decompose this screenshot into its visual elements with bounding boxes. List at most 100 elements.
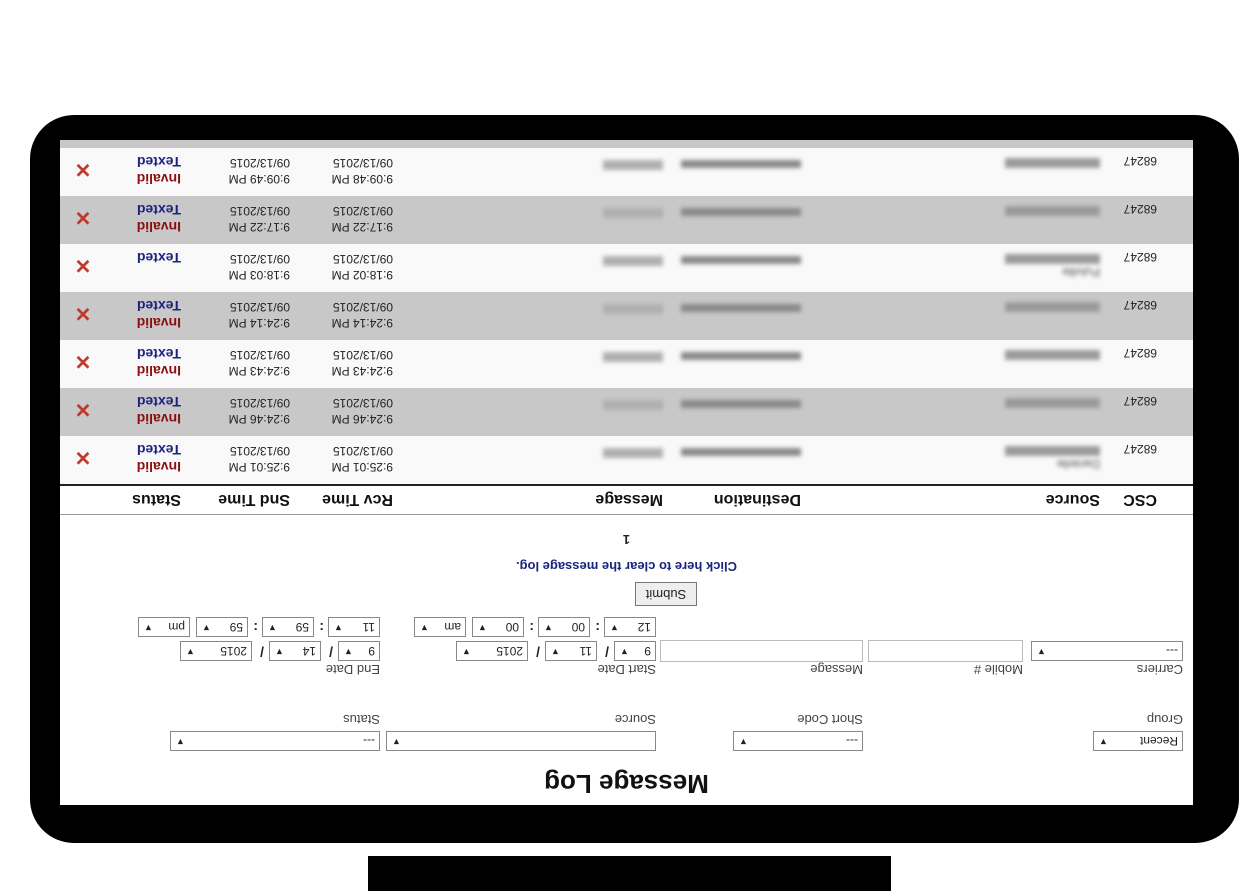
start-day-select[interactable]: 11 ▼ [545, 641, 597, 661]
row-status-invalid: Invalid [136, 219, 181, 235]
row-snd-date: 09/13/2015 [229, 204, 290, 218]
table-header: CSC Source Destination Message Rcv Time … [60, 484, 1193, 515]
row-status-invalid: Invalid [136, 459, 181, 475]
end-hour-select[interactable]: 11 ▼ [328, 617, 380, 637]
row-snd-time: 9:09:49 PM [228, 172, 290, 186]
message-input[interactable] [660, 640, 863, 662]
status-select[interactable]: --- ▼ [170, 731, 380, 751]
delete-icon[interactable]: ✕ [74, 206, 92, 228]
start-month-select[interactable]: 9 ▼ [614, 641, 656, 661]
row-destination [681, 208, 801, 216]
row-csc: 68247 [1123, 202, 1157, 216]
chevron-down-icon: ▼ [610, 623, 619, 633]
table-row: 68247 09/13/2015 09/13/2015 Invalid Text… [60, 140, 1193, 148]
start-ampm-select[interactable]: am ▼ [414, 617, 466, 637]
row-snd-date: 09/13/2015 [229, 156, 290, 170]
row-message [603, 256, 663, 266]
row-rcv-time: 9:24:43 PM [331, 364, 393, 378]
group-select[interactable]: Recent ▼ [1093, 731, 1183, 751]
date-separator: / [260, 644, 264, 660]
row-status-invalid: Invalid [136, 363, 181, 379]
row-status-invalid: Invalid [136, 171, 181, 187]
row-snd-date: 09/13/2015 [229, 444, 290, 458]
carriers-select[interactable]: --- ▼ [1031, 641, 1183, 661]
row-status-texted: Texted [136, 250, 181, 266]
end-minute-select[interactable]: 59 ▼ [262, 617, 314, 637]
chevron-down-icon: ▼ [275, 647, 284, 657]
row-destination [681, 352, 801, 360]
short-code-select[interactable]: --- ▼ [733, 731, 863, 751]
delete-icon[interactable]: ✕ [74, 350, 92, 372]
row-status-invalid: Invalid [136, 315, 181, 331]
row-rcv-time: 9:24:46 PM [331, 412, 393, 426]
end-date-label: End Date [325, 662, 380, 677]
row-rcv-date: 09/13/2015 [332, 396, 393, 410]
row-csc: 68247 [1123, 394, 1157, 408]
row-status-texted: Texted [136, 202, 181, 218]
date-separator: / [329, 644, 333, 660]
submit-button[interactable]: Submit [635, 582, 697, 606]
start-second-select[interactable]: 00 ▼ [472, 617, 524, 637]
start-minute-select[interactable]: 00 ▼ [538, 617, 590, 637]
delete-icon[interactable]: ✕ [74, 446, 92, 468]
header-message: Message [595, 491, 663, 508]
carriers-label: Carriers [1136, 662, 1183, 677]
row-source [1005, 302, 1100, 312]
end-ampm-select[interactable]: pm ▼ [138, 617, 190, 637]
row-source [1005, 254, 1100, 264]
row-status-texted: Texted [136, 346, 181, 362]
start-year-select[interactable]: 2015 ▼ [456, 641, 528, 661]
delete-icon[interactable]: ✕ [74, 398, 92, 420]
chevron-down-icon: ▼ [544, 623, 553, 633]
header-rcv-time: Rcv Time [322, 491, 393, 508]
table-row: 68247 9:17:22 PM 09/13/2015 9:17:22 PM 0… [60, 196, 1193, 244]
end-month-select[interactable]: 9 ▼ [338, 641, 380, 661]
row-message [603, 448, 663, 458]
start-hour-select[interactable]: 12 ▼ [604, 617, 656, 637]
row-source [1005, 446, 1100, 456]
row-rcv-time: 9:24:14 PM [331, 316, 393, 330]
source-select[interactable]: ▼ [386, 731, 656, 751]
end-second-select[interactable]: 59 ▼ [196, 617, 248, 637]
end-year-select[interactable]: 2015 ▼ [180, 641, 252, 661]
message-log-panel: Message Log Recent ▼ Group --- ▼ Short Cod… [60, 140, 1193, 805]
message-table: CSC Source Destination Message Rcv Time … [60, 140, 1193, 515]
delete-icon[interactable]: ✕ [74, 302, 92, 324]
short-code-label: Short Code [797, 712, 863, 727]
frame-top-bar [368, 856, 891, 891]
header-csc: CSC [1123, 491, 1157, 508]
row-destination [681, 256, 801, 264]
time-separator: : [319, 620, 324, 636]
row-rcv-date: 09/13/2015 [332, 156, 393, 170]
chevron-down-icon: ▼ [620, 647, 629, 657]
chevron-down-icon: ▼ [478, 623, 487, 633]
row-snd-time: 9:25:01 PM [228, 460, 290, 474]
time-separator: : [253, 620, 258, 636]
row-snd-time: 9:18:03 PM [228, 268, 290, 282]
row-rcv-date: 09/13/2015 [332, 300, 393, 314]
row-status-invalid: Invalid [136, 411, 181, 427]
row-status-texted: Texted [136, 298, 181, 314]
row-rcv-date: 09/13/2015 [332, 444, 393, 458]
row-snd-time: 9:24:46 PM [228, 412, 290, 426]
mobile-input[interactable] [868, 640, 1023, 662]
status-label: Status [343, 712, 380, 727]
date-separator: / [605, 644, 609, 660]
row-rcv-time: 9:25:01 PM [331, 460, 393, 474]
row-rcv-time: 9:17:22 PM [331, 220, 393, 234]
delete-icon[interactable]: ✕ [74, 254, 92, 276]
page-number-link[interactable]: 1 [60, 532, 1193, 547]
delete-icon[interactable]: ✕ [74, 158, 92, 180]
row-csc: 68247 [1123, 442, 1157, 456]
row-message [603, 304, 663, 314]
end-day-select[interactable]: 14 ▼ [269, 641, 321, 661]
row-message [603, 400, 663, 410]
chevron-down-icon: ▼ [420, 623, 429, 633]
row-rcv-time: 9:09:48 PM [331, 172, 393, 186]
table-row: 68247 9:24:14 PM 09/13/2015 9:24:14 PM 0… [60, 292, 1193, 340]
clear-log-link[interactable]: Click here to clear the message log. [60, 559, 1193, 574]
time-separator: : [595, 620, 600, 636]
chevron-down-icon: ▼ [202, 623, 211, 633]
chevron-down-icon: ▼ [551, 647, 560, 657]
chevron-down-icon: ▼ [176, 737, 185, 747]
